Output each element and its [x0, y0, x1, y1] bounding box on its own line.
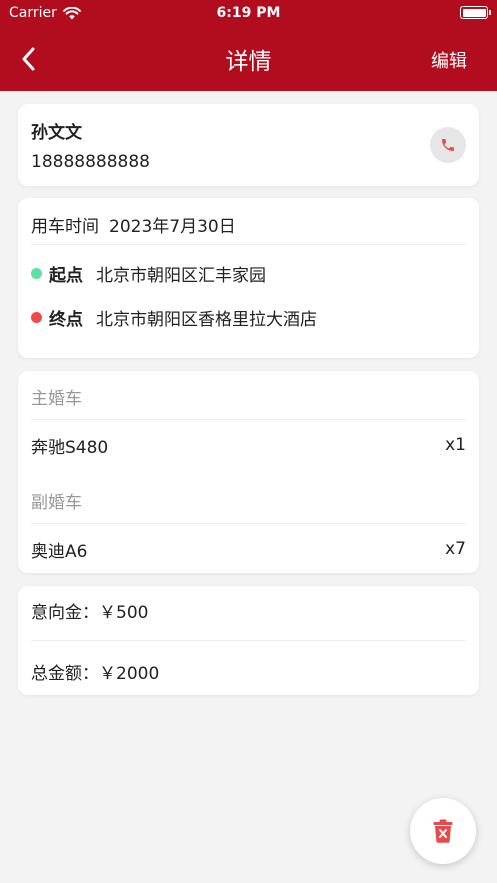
end-point-row: 终点 北京市朝阳区香格里拉大酒店 [31, 305, 466, 330]
contact-name: 孙文文 [31, 123, 82, 143]
battery-icon [460, 6, 491, 19]
divider [31, 640, 466, 641]
trip-card: 用车时间 2023年7月30日 起点 北京市朝阳区汇丰家园 终点 北京市朝阳区香… [18, 198, 479, 358]
main-car-row: 奔驰S480 x1 [31, 433, 466, 458]
end-label: 终点 [49, 309, 83, 330]
phone-icon [442, 139, 454, 151]
end-dot-icon [31, 311, 42, 323]
main-car-qty: x1 [445, 435, 466, 455]
divider [31, 523, 466, 524]
divider [31, 244, 466, 245]
contact-phone: 18888888888 [31, 152, 150, 172]
divider [31, 419, 466, 420]
sub-car-heading: 副婚车 [31, 492, 82, 513]
status-bar: Carrier 6:19 PM [0, 0, 497, 26]
end-address: 北京市朝阳区香格里拉大酒店 [96, 309, 317, 330]
deposit-text: 意向金：￥500 [31, 602, 149, 623]
start-point-row: 起点 北京市朝阳区汇丰家园 [31, 261, 466, 286]
start-address: 北京市朝阳区汇丰家园 [96, 265, 266, 286]
trip-time-label: 用车时间 [31, 216, 99, 237]
app-header: Carrier 6:19 PM 详情 编辑 [0, 0, 497, 91]
sub-car-name: 奥迪A6 [31, 541, 88, 562]
main-car-name: 奔驰S480 [31, 437, 109, 458]
total-text: 总金额：￥2000 [31, 663, 160, 684]
main-car-heading: 主婚车 [31, 388, 82, 409]
trip-date: 2023年7月30日 [109, 216, 236, 237]
sub-car-row: 奥迪A6 x7 [31, 537, 466, 562]
status-time: 6:19 PM [216, 5, 281, 21]
edit-button[interactable]: 编辑 [431, 47, 467, 73]
cars-card: 主婚车 奔驰S480 x1 副婚车 奥迪A6 x7 [18, 371, 479, 573]
sub-car-qty: x7 [445, 539, 466, 559]
call-button[interactable] [430, 127, 466, 163]
payment-card: 意向金：￥500 总金额：￥2000 [18, 586, 479, 695]
trash-icon [433, 819, 453, 843]
start-label: 起点 [49, 265, 83, 286]
page-title: 详情 [225, 49, 272, 75]
trip-time-row: 用车时间 2023年7月30日 [31, 212, 466, 237]
delete-button[interactable] [410, 798, 476, 864]
start-dot-icon [31, 267, 42, 279]
contact-card: 孙文文 18888888888 [18, 104, 479, 186]
